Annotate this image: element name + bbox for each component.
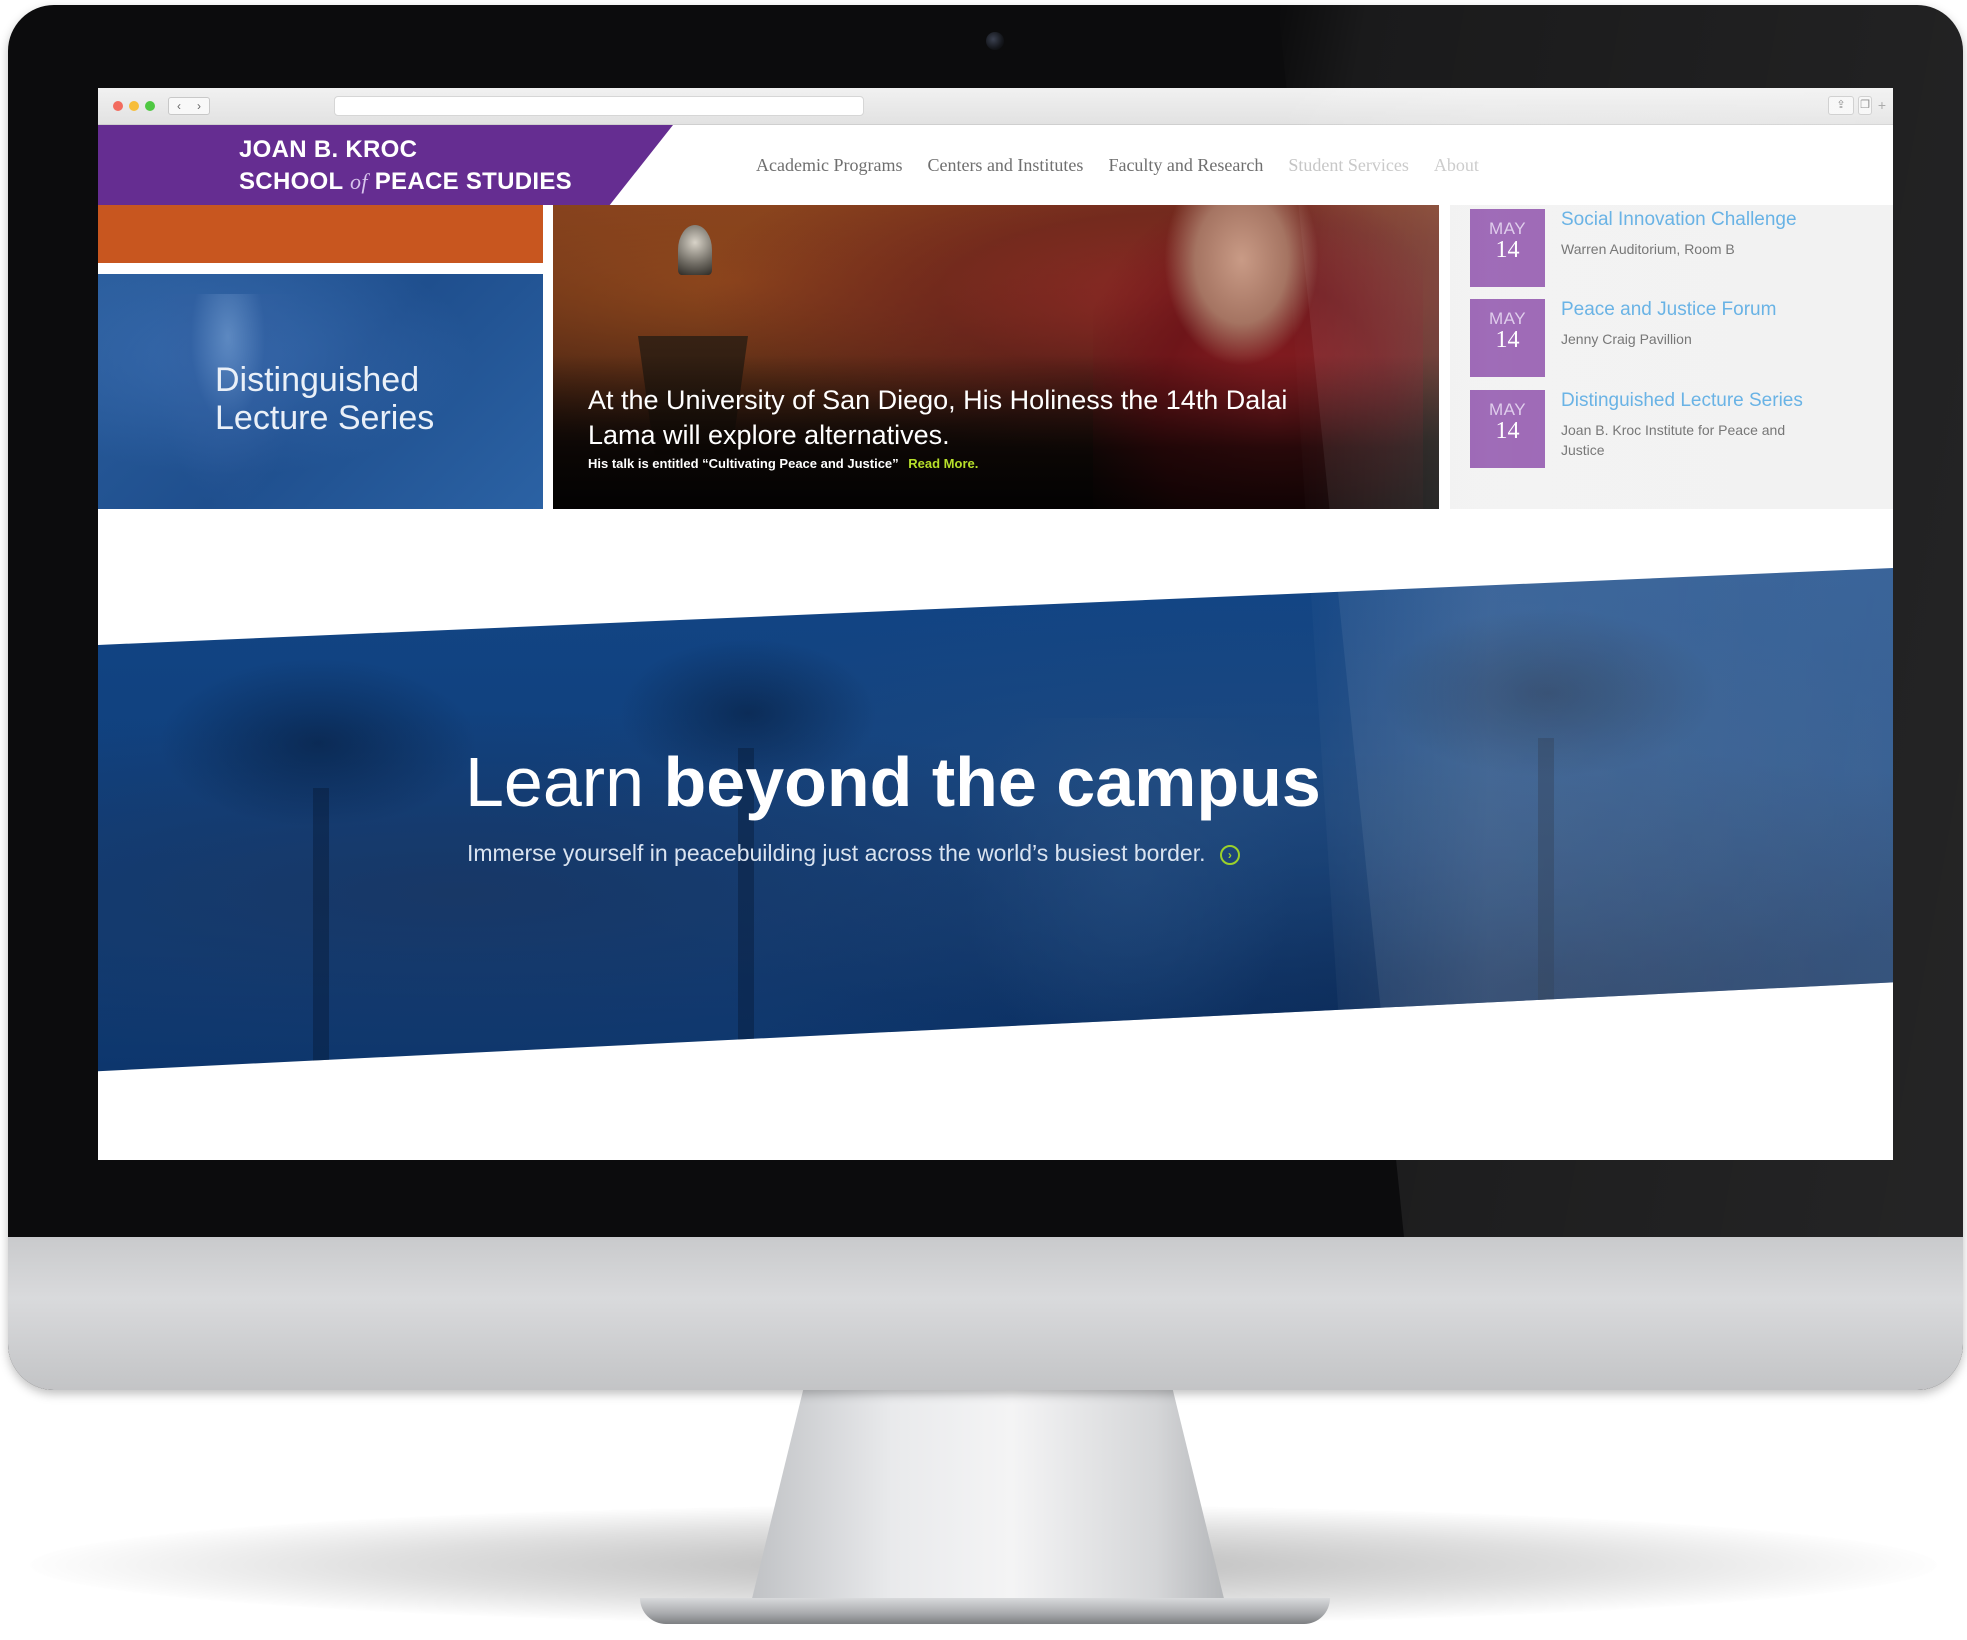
event-item[interactable]: MAY 14 Social Innovation Challenge Warre…	[1470, 209, 1890, 289]
event-title[interactable]: Social Innovation Challenge	[1561, 209, 1891, 231]
lecture-series-card[interactable]: Distinguished Lecture Series	[98, 274, 543, 509]
event-day: 14	[1495, 327, 1520, 353]
logo-word-school: SCHOOL	[239, 168, 344, 195]
nav-faculty-research[interactable]: Faculty and Research	[1108, 155, 1263, 181]
browser-toolbar: ‹ › ⇪ ❐ +	[98, 88, 1893, 125]
event-location: Joan B. Kroc Institute for Peace and Jus…	[1561, 422, 1786, 458]
banner-title: Learn beyond the campus	[465, 742, 1565, 822]
lecture-series-title: Distinguished Lecture Series	[215, 361, 435, 437]
event-location: Jenny Craig Pavillion	[1561, 331, 1692, 347]
hero-subtext: His talk is entitled “Cultivating Peace …	[588, 456, 978, 471]
event-month: MAY	[1488, 309, 1527, 328]
monitor: ‹ › ⇪ ❐ + JOAN B. KROC SCHOOL of PEACE S…	[8, 5, 1963, 1390]
stage: ‹ › ⇪ ❐ + JOAN B. KROC SCHOOL of PEACE S…	[0, 0, 1967, 1640]
event-date: MAY 14	[1470, 390, 1545, 468]
nav-centers-institutes[interactable]: Centers and Institutes	[927, 155, 1083, 181]
event-location: Warren Auditorium, Room B	[1561, 241, 1735, 257]
monitor-stand	[748, 1380, 1228, 1615]
address-bar[interactable]	[334, 96, 864, 116]
orange-promo-bar[interactable]	[98, 205, 543, 263]
close-window-button[interactable]	[113, 101, 123, 111]
event-title[interactable]: Peace and Justice Forum	[1561, 299, 1891, 321]
nav-student-services[interactable]: Student Services	[1288, 155, 1408, 181]
banner-title-bold: beyond the campus	[663, 743, 1321, 821]
hero-feature[interactable]: At the University of San Diego, His Holi…	[553, 205, 1439, 509]
event-item[interactable]: MAY 14 Distinguished Lecture Series Joan…	[1470, 390, 1890, 470]
camera-icon	[986, 32, 1004, 50]
back-arrow-icon[interactable]: ‹	[177, 99, 181, 113]
screen: ‹ › ⇪ ❐ + JOAN B. KROC SCHOOL of PEACE S…	[98, 88, 1893, 1160]
event-month: MAY	[1488, 219, 1527, 238]
events-panel: MAY 14 Social Innovation Challenge Warre…	[1450, 205, 1893, 509]
maximize-window-button[interactable]	[145, 101, 155, 111]
palm-trunk-image	[313, 788, 329, 1072]
read-more-link[interactable]: Read More.	[908, 456, 978, 471]
history-nav: ‹ ›	[168, 97, 210, 115]
logo-word-peace-studies: PEACE STUDIES	[374, 168, 572, 195]
tabs-icon[interactable]: ❐	[1858, 96, 1872, 115]
logo[interactable]: JOAN B. KROC SCHOOL of PEACE STUDIES	[98, 125, 673, 205]
event-month: MAY	[1488, 400, 1527, 419]
logo-word-of: of	[350, 169, 368, 194]
arrow-circle-right-icon[interactable]: ›	[1219, 844, 1240, 865]
minimize-window-button[interactable]	[129, 101, 139, 111]
monitor-chin	[8, 1237, 1963, 1390]
event-date: MAY 14	[1470, 209, 1545, 287]
site-header: JOAN B. KROC SCHOOL of PEACE STUDIES Aca…	[98, 125, 1893, 205]
banner-subtitle-text: Immerse yourself in peacebuilding just a…	[467, 840, 1206, 866]
event-title[interactable]: Distinguished Lecture Series	[1561, 390, 1891, 412]
monitor-stand-base	[640, 1598, 1330, 1624]
event-day: 14	[1495, 418, 1520, 444]
banner-subtitle: Immerse yourself in peacebuilding just a…	[467, 840, 1240, 867]
logo-line-2: SCHOOL of PEACE STUDIES	[239, 168, 572, 196]
forward-arrow-icon[interactable]: ›	[197, 99, 201, 113]
hero-headline: At the University of San Diego, His Holi…	[588, 385, 1288, 450]
hero-subtext-body: His talk is entitled “Cultivating Peace …	[588, 456, 899, 471]
event-item[interactable]: MAY 14 Peace and Justice Forum Jenny Cra…	[1470, 299, 1890, 379]
nav-academic-programs[interactable]: Academic Programs	[756, 155, 902, 181]
trophy-image	[678, 225, 712, 275]
event-day: 14	[1495, 237, 1520, 263]
new-tab-icon[interactable]: +	[1873, 96, 1891, 115]
main-nav: Academic Programs Centers and Institutes…	[756, 155, 1479, 181]
banner-title-light: Learn	[465, 743, 645, 821]
nav-about[interactable]: About	[1434, 155, 1479, 181]
logo-line-1: JOAN B. KROC	[239, 136, 418, 163]
event-date: MAY 14	[1470, 299, 1545, 377]
share-icon[interactable]: ⇪	[1828, 96, 1854, 115]
